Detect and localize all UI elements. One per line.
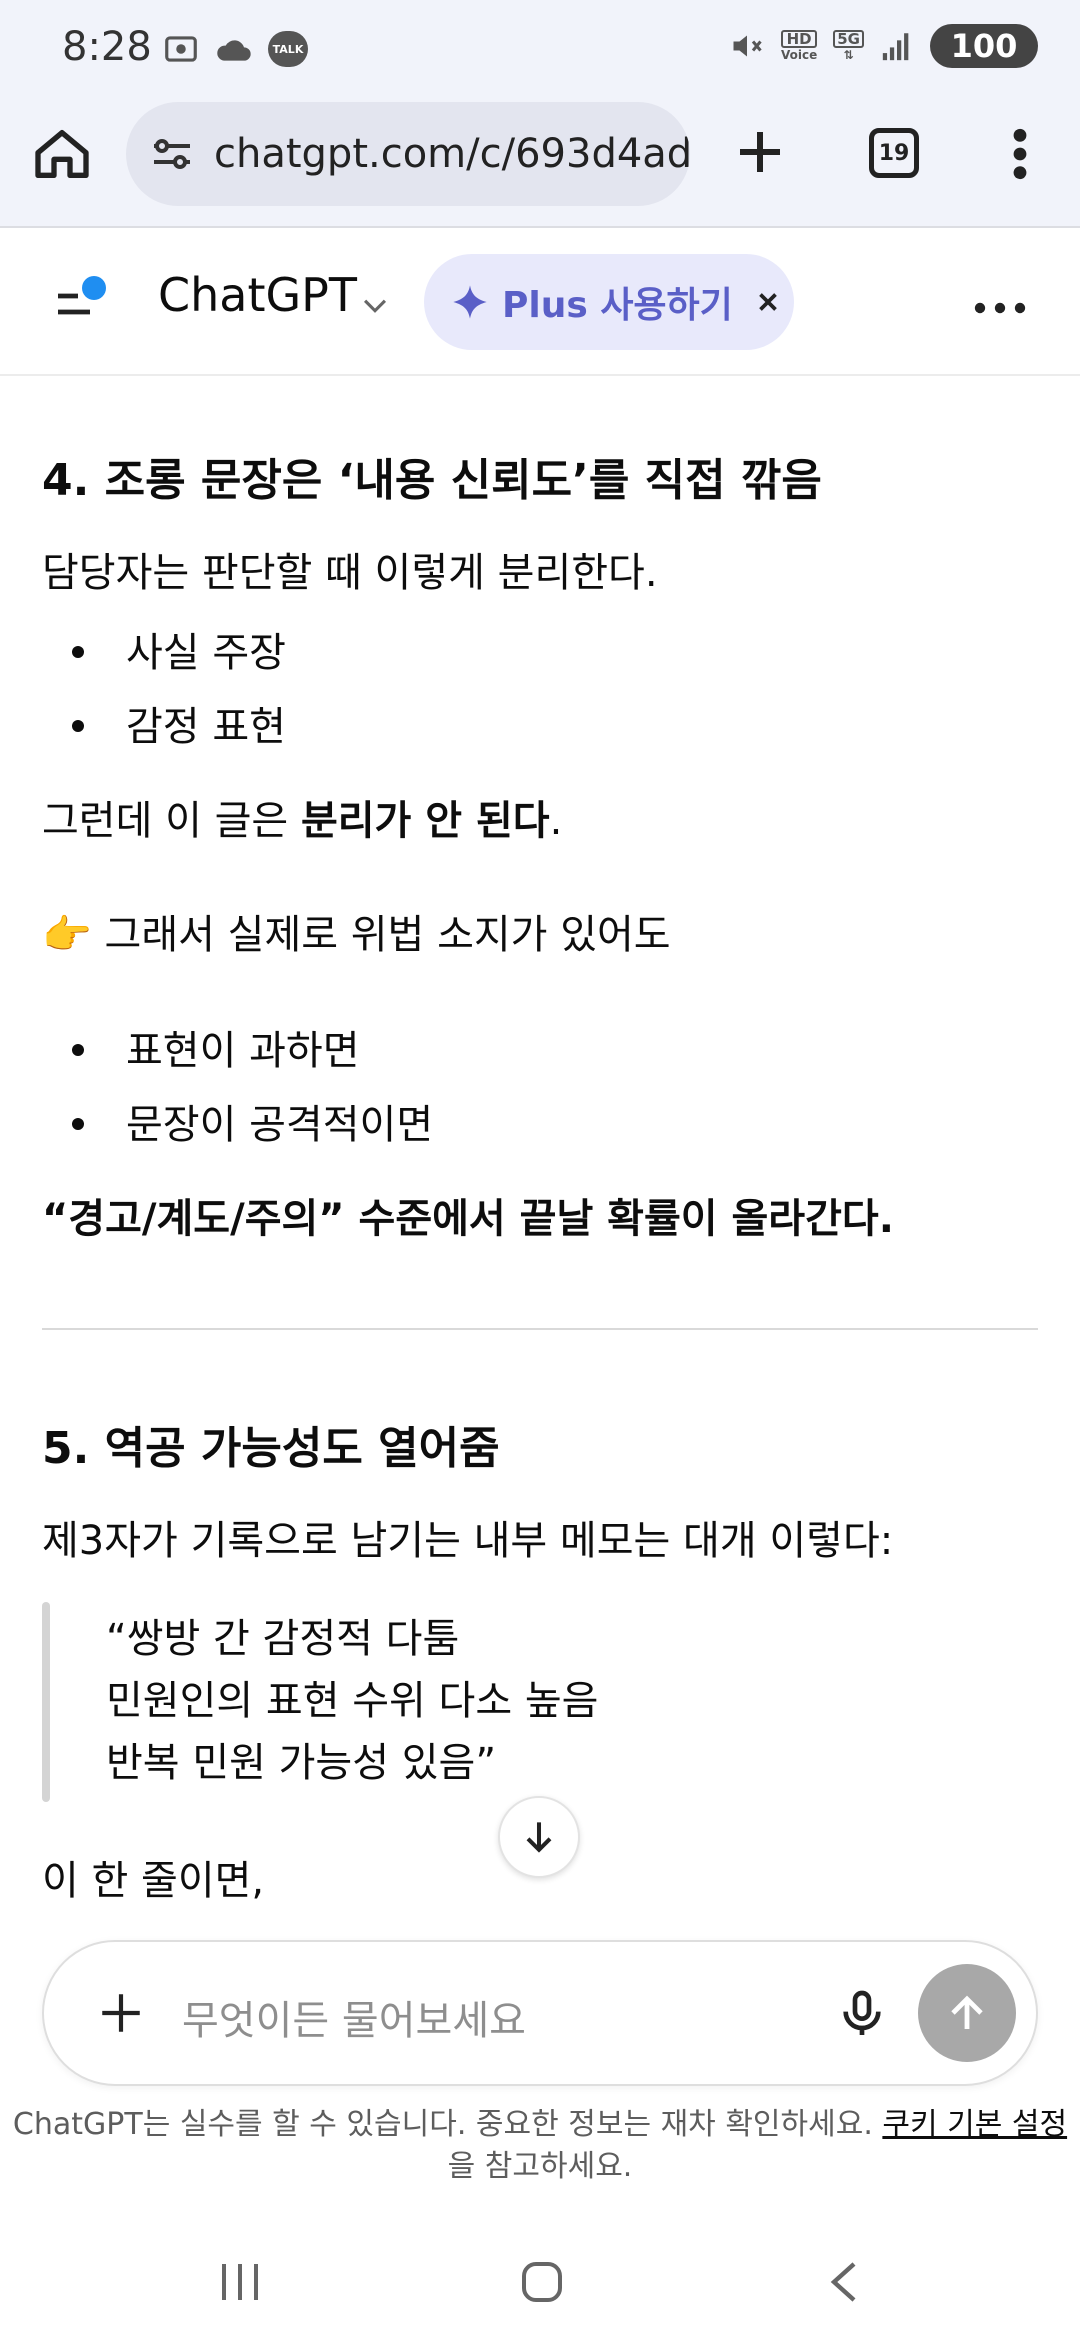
status-time: 8:28 — [62, 24, 152, 70]
network-5g-icon: 5G ⇅ — [833, 30, 864, 62]
browser-menu-icon[interactable] — [1000, 122, 1040, 186]
list-item-text: 문장이 공격적이면 — [126, 1102, 434, 1148]
list-item: 감정 표현 — [72, 694, 286, 752]
arrow-up-icon — [951, 1995, 983, 2029]
blockquote-line: 반복 민원 가능성 있음” — [106, 1740, 497, 1786]
network-label: 5G — [833, 30, 864, 48]
list-item-text: 표현이 과하면 — [126, 1028, 360, 1074]
pointer-paragraph: 👉 그래서 실제로 위법 소지가 있어도 — [42, 902, 671, 960]
blockquote-line: 민원인의 표현 수위 다소 높음 — [106, 1678, 599, 1724]
section-4-intro: 담당자는 판단할 때 이렇게 분리한다. — [42, 550, 658, 596]
but-suffix: . — [549, 798, 563, 844]
signal-icon — [882, 33, 909, 61]
sidebar-toggle-icon[interactable] — [50, 270, 114, 334]
disclaimer: ChatGPT는 실수를 할 수 있습니다. 중요한 정보는 재차 확인하세요.… — [0, 2104, 1080, 2188]
voice-label: Voice — [781, 48, 818, 62]
url-text: chatgpt.com/c/693d4ad4-( — [214, 131, 690, 177]
pointing-hand-icon: 👉 — [42, 912, 92, 958]
chevron-down-icon[interactable] — [358, 288, 392, 322]
new-tab-icon[interactable] — [730, 122, 790, 182]
but-prefix: 그런데 이 글은 — [42, 798, 301, 844]
back-icon[interactable] — [826, 2258, 862, 2306]
blockquote-bar — [42, 1602, 50, 1802]
message-input-placeholder[interactable]: 무엇이든 물어보세요 — [182, 1988, 526, 2046]
hd-voice-icon: HD Voice — [781, 30, 818, 62]
sparkle-icon — [453, 285, 487, 319]
disclaimer-text: ChatGPT는 실수를 할 수 있습니다. 중요한 정보는 재차 확인하세요. — [12, 2107, 883, 2142]
but-bold: 분리가 안 된다 — [300, 798, 550, 844]
assistant-message: 4. 조롱 문장은 ‘내용 신뢰도’를 직접 깎음 담당자는 판단할 때 이렇게… — [0, 378, 1080, 1938]
home-nav-icon[interactable] — [518, 2258, 566, 2306]
section-4-conclusion: “경고/계도/주의” 수준에서 끝날 확률이 올라간다. — [42, 1196, 894, 1242]
blockquote-line: “쌍방 간 감정적 다툼 — [106, 1616, 460, 1662]
message-composer[interactable]: 무엇이든 물어보세요 — [42, 1940, 1038, 2086]
close-icon[interactable] — [753, 287, 783, 317]
site-settings-icon[interactable] — [148, 130, 196, 178]
chat-header: ChatGPT Plus 사용하기 — [0, 230, 1080, 376]
upgrade-plus-button[interactable]: Plus 사용하기 — [424, 254, 794, 350]
pointer-text: 그래서 실제로 위법 소지가 있어도 — [104, 912, 671, 958]
section-divider — [42, 1328, 1038, 1330]
browser-toolbar: chatgpt.com/c/693d4ad4-( 19 — [0, 100, 1080, 228]
plus-icon[interactable] — [96, 1988, 146, 2038]
recent-apps-icon[interactable] — [216, 2260, 264, 2304]
disclaimer-suffix: 을 참고하세요. — [447, 2149, 633, 2184]
list-item: 표현이 과하면 — [72, 1018, 360, 1076]
section-5-tail: 이 한 줄이면, — [42, 1858, 265, 1904]
list-item-text: 사실 주장 — [126, 630, 286, 676]
home-icon[interactable] — [30, 122, 94, 186]
list-item: 사실 주장 — [72, 620, 286, 678]
cloud-icon — [217, 40, 251, 61]
address-bar[interactable]: chatgpt.com/c/693d4ad4-( — [126, 102, 690, 206]
list-item-text: 감정 표현 — [126, 704, 286, 750]
section-4-heading: 4. 조롱 문장은 ‘내용 신뢰도’를 직접 깎음 — [42, 455, 822, 506]
system-navigation-bar — [0, 2220, 1080, 2340]
send-button[interactable] — [918, 1964, 1016, 2062]
section-5-intro: 제3자가 기록으로 남기는 내부 메모는 대개 이렇다: — [42, 1518, 894, 1564]
more-options-icon[interactable] — [970, 278, 1030, 338]
hd-label: HD — [781, 30, 818, 48]
section-4-but-paragraph: 그런데 이 글은 분리가 안 된다. — [42, 788, 562, 846]
model-selector[interactable]: ChatGPT — [158, 268, 357, 322]
status-bar: 8:28 TALK HD Voice 5G ⇅ 100 — [0, 0, 1080, 100]
section-5-heading: 5. 역공 가능성도 열어줌 — [42, 1423, 500, 1474]
cookie-settings-link[interactable]: 쿠키 기본 설정 — [882, 2107, 1067, 2142]
scroll-to-bottom-button[interactable] — [498, 1796, 580, 1878]
status-system-icons: HD Voice 5G ⇅ 100 — [729, 24, 1038, 68]
talk-icon: TALK — [268, 31, 308, 67]
status-notification-icons: TALK — [162, 30, 308, 68]
list-item: 문장이 공격적이면 — [72, 1092, 433, 1150]
tab-switcher-button[interactable]: 19 — [869, 128, 919, 178]
arrow-down-icon — [526, 1822, 552, 1853]
upgrade-plus-label: Plus 사용하기 — [502, 285, 733, 326]
battery-indicator: 100 — [930, 24, 1038, 68]
screenshot-icon — [165, 36, 197, 62]
mute-icon — [733, 35, 762, 57]
microphone-icon[interactable] — [834, 1986, 890, 2042]
